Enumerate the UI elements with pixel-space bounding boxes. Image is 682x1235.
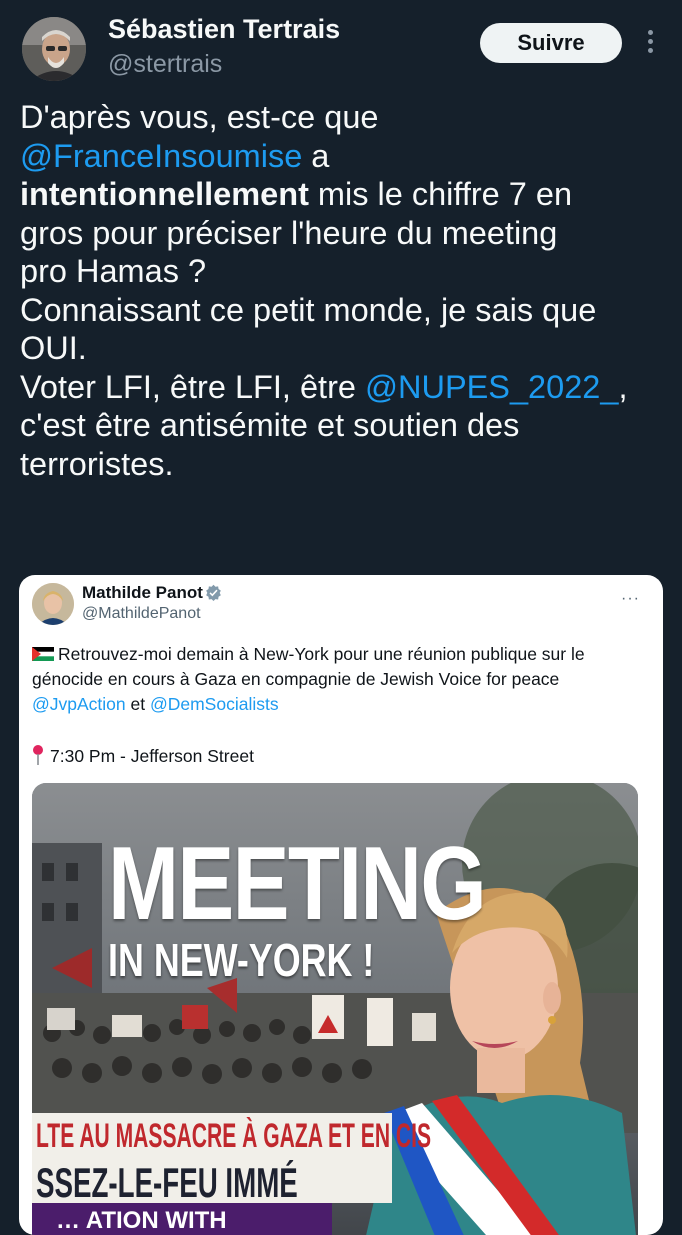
- poster-banner-bottom: SSEZ-LE-FEU IMMÉ: [32, 1157, 392, 1206]
- quoted-more-icon[interactable]: ···: [621, 590, 640, 608]
- mention-franceinsoumise[interactable]: @FranceInsoumise: [20, 138, 302, 174]
- quoted-location-text: 7:30 Pm - Jefferson Street: [50, 746, 254, 766]
- tweet-body: D'après vous, est-ce que @FranceInsoumis…: [20, 98, 670, 483]
- poster-subtitle: IN NEW-YORK !: [108, 934, 375, 986]
- tweet-header: Sébastien Tertrais @stertrais Suivre: [0, 0, 682, 100]
- author-name[interactable]: Sébastien Tertrais: [108, 14, 340, 45]
- verified-badge-icon: [206, 584, 221, 601]
- quoted-tweet-card[interactable]: Mathilde Panot @MathildePanot ··· Retrou…: [19, 575, 663, 1235]
- tweet-text-part: a: [311, 137, 330, 174]
- poster-purple-bar-text: … ATION WITH: [56, 1207, 227, 1234]
- poster-banner-top: LTE AU MASSACRE À GAZA ET EN CIS: [32, 1113, 431, 1157]
- quoted-tweet-text: Retrouvez-moi demain à New-York pour une…: [32, 642, 652, 717]
- meeting-poster-image[interactable]: MEETING IN NEW-YORK ! LTE AU MASSACRE À …: [32, 783, 638, 1235]
- poster-banner-top-text: LTE AU MASSACRE À GAZA ET EN CIS: [36, 1117, 432, 1155]
- quoted-text-part: Retrouvez-moi demain à New-York pour une…: [32, 644, 585, 689]
- mention-jvpaction[interactable]: @JvpAction: [32, 694, 126, 714]
- poster-purple-bar: … ATION WITH: [32, 1203, 332, 1235]
- quoted-author-handle[interactable]: @MathildePanot: [82, 605, 201, 623]
- tweet-text-bold: intentionnellement: [20, 176, 309, 212]
- tweet-text-part: D'après vous, est-ce que: [20, 99, 379, 135]
- quoted-author-avatar[interactable]: [32, 583, 74, 625]
- quoted-location-line: 7:30 Pm - Jefferson Street: [32, 745, 254, 767]
- mention-nupes[interactable]: @NUPES_2022_: [365, 369, 618, 405]
- pushpin-icon: [33, 745, 43, 765]
- poster-title: MEETING: [108, 826, 487, 942]
- follow-button[interactable]: Suivre: [480, 23, 622, 63]
- author-avatar[interactable]: [22, 17, 86, 81]
- quoted-author-name[interactable]: Mathilde Panot: [82, 583, 203, 603]
- quoted-avatar-photo-icon: [32, 583, 74, 625]
- mention-demsocialists[interactable]: @DemSocialists: [150, 694, 279, 714]
- author-handle[interactable]: @stertrais: [108, 50, 222, 79]
- avatar-photo-icon: [22, 17, 86, 81]
- palestine-flag-icon: [32, 647, 54, 661]
- more-options-icon[interactable]: [640, 30, 660, 58]
- quoted-text-part: et: [125, 694, 150, 714]
